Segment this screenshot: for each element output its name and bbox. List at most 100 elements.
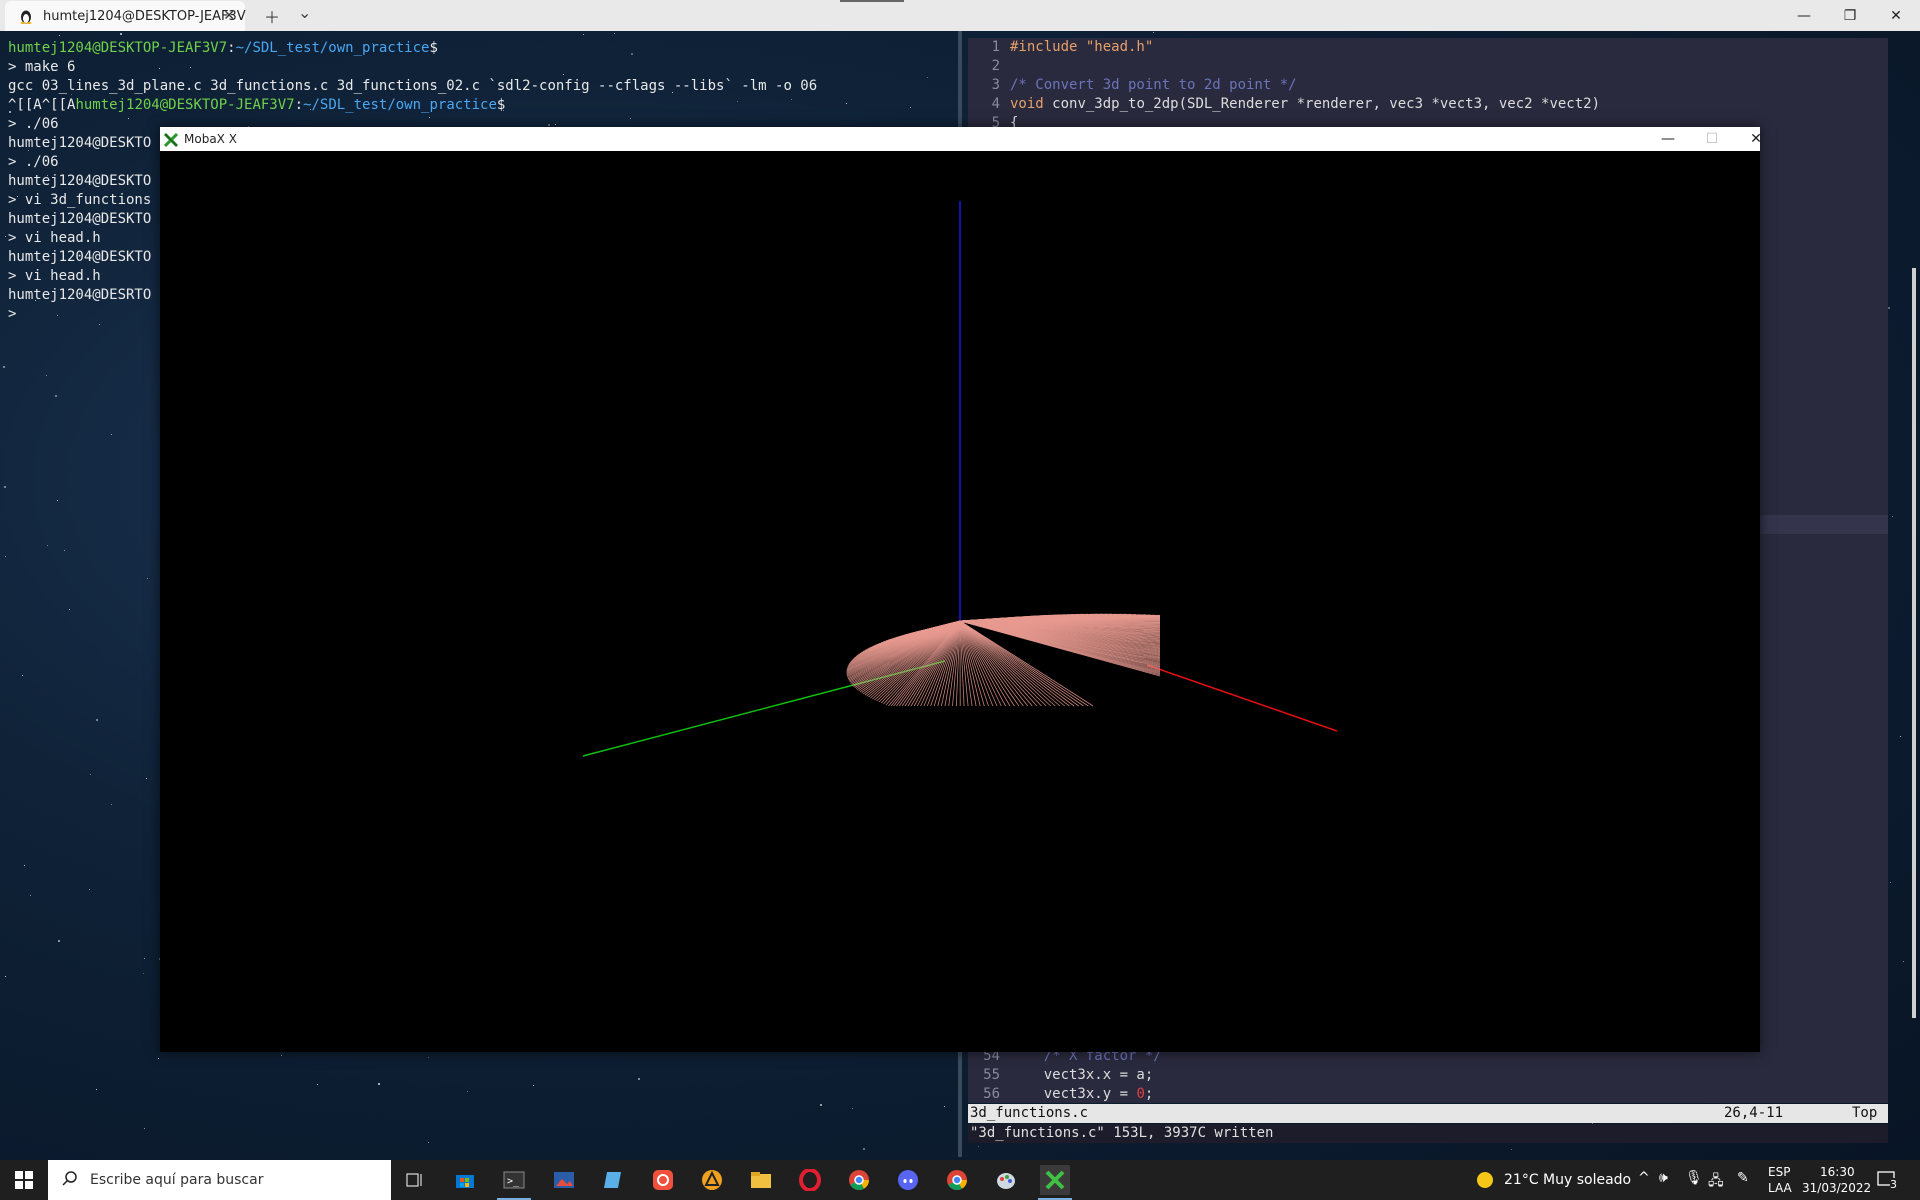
code-number: 0 (1136, 1086, 1145, 1102)
store-icon[interactable] (450, 1165, 480, 1195)
discord-icon[interactable] (893, 1165, 923, 1195)
opera-icon[interactable] (795, 1165, 825, 1195)
code-token: #include (1010, 39, 1086, 55)
chrome-icon[interactable] (844, 1165, 874, 1195)
terminal-titlebar[interactable]: humtej1204@DESKTOP-JEAF3V ✕ ＋ ⌄ — ❐ ✕ (0, 0, 1920, 31)
drag-handle[interactable] (840, 0, 904, 2)
terminal-line: > vi head.h (8, 268, 101, 284)
scrollbar[interactable] (1912, 268, 1916, 1018)
weather-icon[interactable] (1470, 1165, 1500, 1195)
sdl-render-canvas[interactable] (160, 151, 1760, 1052)
svg-text:>_: >_ (507, 1176, 520, 1187)
clock-time[interactable]: 16:30 (1820, 1165, 1855, 1179)
terminal-line: humtej1204@DESKTO (8, 249, 152, 265)
terminal-line: humtej1204@DESKTO (8, 211, 152, 227)
clock-date[interactable]: 31/03/2022 (1802, 1181, 1871, 1195)
prompt-path: ~/SDL_test/own_practice (303, 97, 497, 113)
status-scroll: Top (1852, 1105, 1878, 1121)
close-button[interactable]: ✕ (1873, 0, 1919, 31)
star (1890, 882, 1891, 883)
task-view-icon[interactable] (400, 1165, 430, 1195)
prompt-sep: : (227, 40, 236, 56)
prompt-dollar: $ (496, 97, 506, 113)
minimize-button[interactable]: — (1646, 127, 1690, 151)
cmdline-message: "3d_functions.c" 153L, 3937C written (970, 1125, 1274, 1141)
tab-close-icon[interactable]: ✕ (223, 8, 235, 24)
terminal-line: > make 6 (8, 59, 76, 75)
code-keyword: void (1010, 96, 1053, 112)
terminal-icon[interactable]: >_ (499, 1165, 529, 1195)
ubisoft-icon[interactable] (648, 1165, 678, 1195)
terminal-line: gcc 03_lines_3d_plane.c 3d_functions.c 3… (8, 78, 818, 94)
mobax-titlebar[interactable]: MobaX X — ☐ ✕ (160, 127, 1762, 151)
vim-statusline: 3d_functions.c 26,4-11 Top (968, 1104, 1888, 1123)
code-token: ; (1144, 1086, 1154, 1102)
line-number: 56 (983, 1086, 1000, 1102)
notification-icon[interactable]: 3 (1876, 1170, 1898, 1191)
pen-icon[interactable]: ✎ (1737, 1170, 1749, 1186)
status-cursor-position: 26,4-11 (1724, 1105, 1784, 1121)
notepad-icon[interactable] (598, 1165, 628, 1195)
photos-icon[interactable] (549, 1165, 579, 1195)
aimp-icon[interactable] (697, 1165, 727, 1195)
line-number: 4 (991, 96, 1000, 112)
code-token: "head.h" (1085, 39, 1154, 55)
chrome-profile-icon[interactable] (942, 1165, 972, 1195)
code-token: conv_3dp_to_2dp(SDL_Renderer *renderer, … (1052, 96, 1601, 112)
language-primary[interactable]: ESP (1768, 1165, 1790, 1179)
terminal-line: > ./06 (8, 116, 59, 132)
terminal-line: > vi 3d_functions (8, 192, 152, 208)
volume-icon[interactable]: 🕪 (1659, 1170, 1668, 1186)
paint-icon[interactable] (991, 1165, 1021, 1195)
close-button[interactable]: ✕ (1734, 127, 1778, 151)
prompt-user: humtej1204@DESKTOP-JEAF3V7 (8, 40, 228, 56)
star (1888, 307, 1890, 309)
search-placeholder: Escribe aquí para buscar (90, 1172, 264, 1188)
maximize-button[interactable]: ❐ (1827, 0, 1873, 31)
tab-title: humtej1204@DESKTOP-JEAF3V (43, 8, 246, 24)
line-number: 55 (983, 1067, 1000, 1083)
star (1903, 961, 1904, 962)
prompt-sep: : (294, 97, 304, 113)
mobax-x-window[interactable]: MobaX X — ☐ ✕ (160, 127, 1762, 1052)
3d-plane-mesh (846, 613, 1161, 707)
status-filename: 3d_functions.c (970, 1105, 1089, 1121)
star (1153, 32, 1154, 33)
search-icon (62, 1170, 78, 1190)
star (978, 1146, 979, 1147)
prompt-user: humtej1204@DESKTOP-JEAF3V7 (75, 97, 295, 113)
prompt-path: ~/SDL_test/own_practice (235, 40, 430, 56)
star (1892, 516, 1893, 517)
x-axis-line (1146, 664, 1338, 732)
mobax-title: MobaX X (184, 132, 237, 146)
escape-seq: ^[[A^[[A (8, 97, 76, 113)
new-tab-icon[interactable]: ＋ (264, 4, 280, 28)
line-number: 1 (991, 39, 1000, 55)
network-icon[interactable]: 🖧 (1708, 1170, 1724, 1194)
minimize-button[interactable]: — (1781, 0, 1827, 31)
terminal-line: humtej1204@DESRTO (8, 287, 152, 303)
taskbar: Escribe aquí para buscar >_ 21°C Muy sol… (0, 1160, 1920, 1200)
terminal-tab[interactable]: humtej1204@DESKTOP-JEAF3V ✕ (5, 1, 246, 31)
terminal-line: humtej1204@DESKTO (8, 135, 152, 151)
microphone-icon[interactable]: 🎙 (1685, 1170, 1703, 1186)
terminal-line: humtej1204@DESKTO (8, 173, 152, 189)
file-explorer-icon[interactable] (746, 1165, 776, 1195)
notification-count: 3 (1890, 1178, 1897, 1191)
taskbar-search-box[interactable]: Escribe aquí para buscar (48, 1160, 391, 1200)
code-comment: /* Convert 3d point to 2d point */ (1010, 77, 1297, 93)
vim-cmdline: "3d_functions.c" 153L, 3937C written (968, 1124, 1888, 1143)
weather-text[interactable]: 21°C Muy soleado (1504, 1172, 1631, 1188)
code-token: vect3x.y = (1010, 1086, 1137, 1102)
code-token: vect3x.x = a; (1010, 1067, 1154, 1083)
mobaxterm-icon[interactable] (1040, 1165, 1070, 1195)
chevron-down-icon[interactable]: ⌄ (298, 3, 311, 22)
line-number: 2 (991, 58, 1000, 74)
language-secondary[interactable]: LAA (1768, 1181, 1792, 1195)
terminal-line: > (8, 306, 17, 322)
terminal-line: > ./06 (8, 154, 59, 170)
windows-start-icon[interactable] (0, 1160, 48, 1200)
star (1900, 736, 1901, 737)
maximize-button[interactable]: ☐ (1690, 127, 1734, 151)
chevron-up-icon[interactable]: ^ (1638, 1170, 1650, 1186)
